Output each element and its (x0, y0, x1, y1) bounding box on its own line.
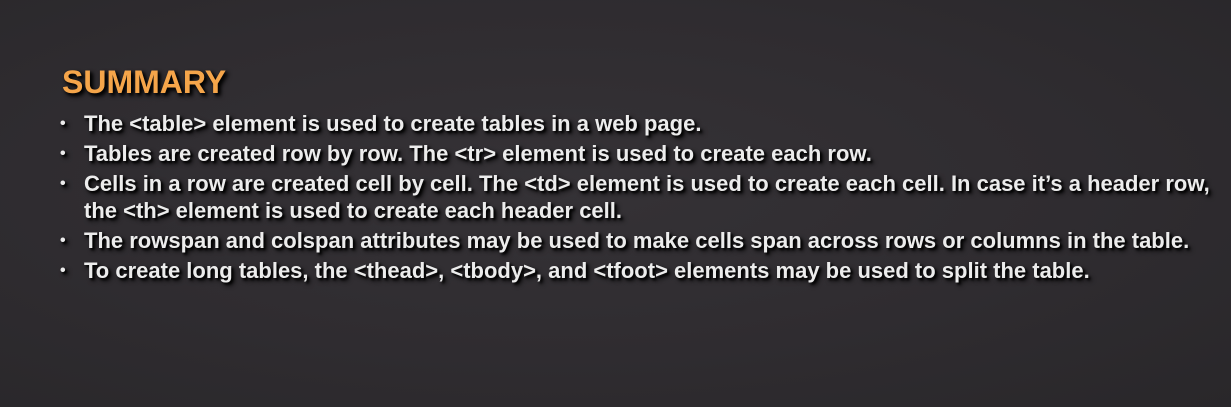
summary-bullet-text: Tables are created row by row. The <tr> … (84, 141, 872, 166)
summary-list: • The <table> element is used to create … (60, 110, 1210, 287)
bullet-dot: • (60, 262, 66, 279)
summary-bullet: • Tables are created row by row. The <tr… (60, 140, 1210, 167)
summary-bullet: • To create long tables, the <thead>, <t… (60, 257, 1210, 284)
bullet-dot: • (60, 145, 66, 162)
slide-title: SUMMARY (62, 64, 227, 100)
slide: SUMMARY • The <table> element is used to… (0, 0, 1231, 407)
summary-bullet-text: The <table> element is used to create ta… (84, 111, 702, 136)
bullet-dot: • (60, 175, 66, 192)
bullet-dot: • (60, 115, 66, 132)
summary-bullet-text: Cells in a row are created cell by cell.… (84, 171, 1210, 223)
summary-bullet: • The rowspan and colspan attributes may… (60, 227, 1210, 254)
summary-bullet-text: To create long tables, the <thead>, <tbo… (84, 258, 1090, 283)
summary-bullet: • The <table> element is used to create … (60, 110, 1210, 137)
bullet-dot: • (60, 232, 66, 249)
summary-bullet: • Cells in a row are created cell by cel… (60, 170, 1210, 224)
summary-bullet-text: The rowspan and colspan attributes may b… (84, 228, 1190, 253)
